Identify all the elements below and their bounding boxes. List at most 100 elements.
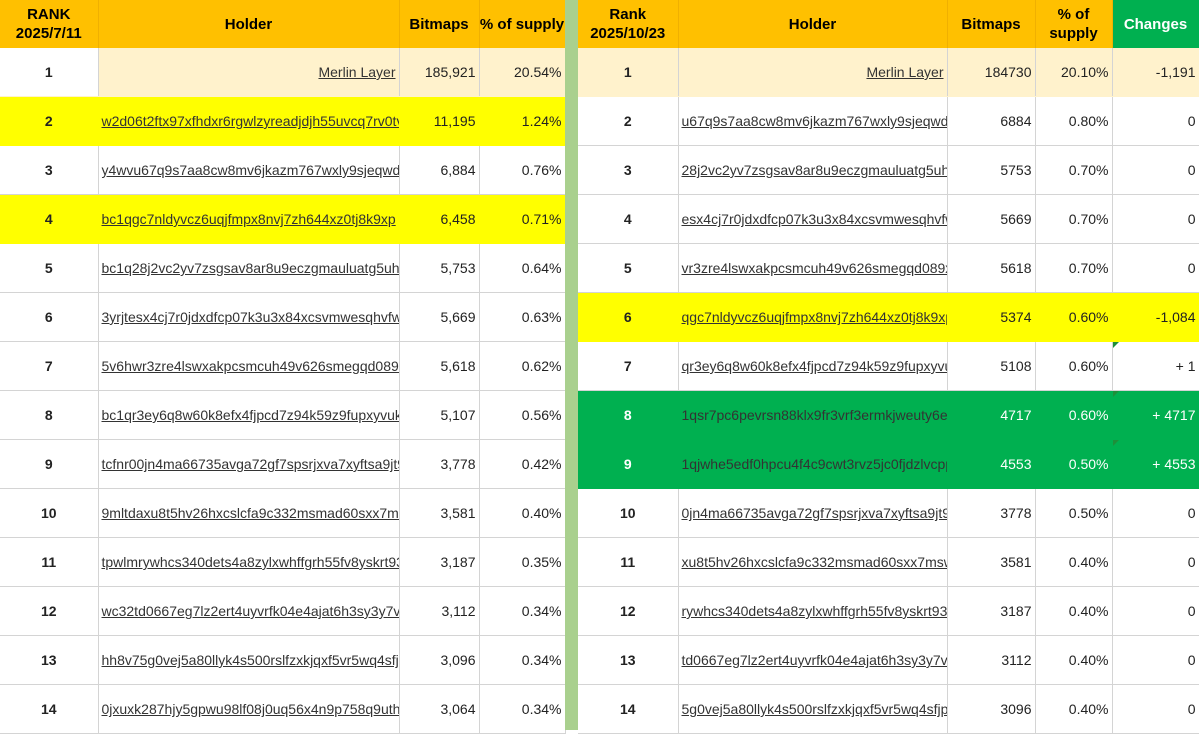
rank-cell: 7 [578, 341, 679, 391]
holder-link[interactable]: 3yrjtesx4cj7r0jdxdfcp07k3u3x84xcsvmwesqh… [98, 292, 400, 342]
table-row: 5 bc1q28j2vc2yv7zsgsav8ar8u9eczgmauluatg5… [0, 243, 566, 293]
rank-cell: 1 [578, 48, 679, 97]
holder-link[interactable]: xu8t5hv26hxcslcfa9c332msmad60sxx7msw [678, 537, 948, 587]
comment-marker-icon [1112, 342, 1119, 348]
bitmaps-cell: 5374 [947, 292, 1036, 342]
table-row: 14 5g0vej5a80llyk4s500rslfzxkjqxf5vr5wq4s… [578, 684, 1199, 734]
table-row: 1 Merlin Layer 185,921 20.54% [0, 48, 566, 97]
changes-cell: 0 [1112, 488, 1199, 538]
table-row: 10 0jn4ma66735avga72gf7spsrjxva7xyftsa9jt… [578, 488, 1199, 538]
supply-cell: 0.34% [479, 586, 566, 636]
bitmaps-cell: 3112 [947, 635, 1036, 685]
table-row: 2 w2d06t2ftx97xfhdxr6rgwlzyreadjdjh55uvcq… [0, 96, 566, 146]
column-divider [565, 0, 578, 730]
table-row: 3 28j2vc2yv7zsgsav8ar8u9eczgmauluatg5uh6 5… [578, 145, 1199, 195]
rank-cell: 4 [578, 194, 679, 244]
bitmaps-cell: 5,618 [399, 341, 480, 391]
rank-cell: 6 [0, 292, 99, 342]
holder-link[interactable]: Merlin Layer [678, 48, 948, 97]
table-row: 2 u67q9s7aa8cw8mv6jkazm767wxly9sjeqwdg 688… [578, 96, 1199, 146]
rank-cell: 8 [0, 390, 99, 440]
rank-cell: 5 [0, 243, 99, 293]
holder-link[interactable]: tpwlmrywhcs340dets4a8zylxwhffgrh55fv8ysk… [98, 537, 400, 587]
supply-cell: 0.62% [479, 341, 566, 391]
changes-cell: 0 [1112, 586, 1199, 636]
rank-cell: 12 [578, 586, 679, 636]
changes-value: + 4717 [1152, 407, 1196, 423]
supply-cell: 0.40% [1035, 586, 1113, 636]
rank-cell: 3 [578, 145, 679, 195]
changes-cell: + 1 [1112, 341, 1199, 391]
holder-link[interactable]: rywhcs340dets4a8zylxwhffgrh55fv8yskrt93u [678, 586, 948, 636]
holder-header: Holder [98, 0, 400, 48]
holder-link[interactable]: tcfnr00jn4ma66735avga72gf7spsrjxva7xyfts… [98, 439, 400, 489]
holder-link[interactable]: esx4cj7r0jdxdfcp07k3u3x84xcsvmwesqhvfwy [678, 194, 948, 244]
changes-cell: 0 [1112, 145, 1199, 195]
holder-link[interactable]: qgc7nldyvcz6uqjfmpx8nvj7zh644xz0tj8k9xp [678, 292, 948, 342]
rank-cell: 6 [578, 292, 679, 342]
bitmaps-cell: 5,669 [399, 292, 480, 342]
rank-cell: 12 [0, 586, 99, 636]
holder-link[interactable]: td0667eg7lz2ert4uyvrfk04e4ajat6h3sy3y7v7 [678, 635, 948, 685]
supply-cell: 0.80% [1035, 96, 1113, 146]
rank-cell: 9 [0, 439, 99, 489]
holder-link[interactable]: 9mltdaxu8t5hv26hxcslcfa9c332msmad60sxx7m… [98, 488, 400, 538]
bitmaps-cell: 6,884 [399, 145, 480, 195]
table-row: 8 bc1qr3ey6q8w60k8efx4fjpcd7z94k59z9fupxy… [0, 390, 566, 440]
holder-link[interactable]: Merlin Layer [98, 48, 400, 97]
rank-cell: 7 [0, 341, 99, 391]
holder-link[interactable]: 1qsr7pc6pevrsn88klx9fr3vrf3ermkjweuty6ez [678, 390, 948, 440]
changes-value: 0 [1187, 701, 1196, 717]
holder-link[interactable]: 28j2vc2yv7zsgsav8ar8u9eczgmauluatg5uh6 [678, 145, 948, 195]
changes-cell: 0 [1112, 194, 1199, 244]
holder-link[interactable]: bc1q28j2vc2yv7zsgsav8ar8u9eczgmauluatg5u… [98, 243, 400, 293]
rank-cell: 13 [578, 635, 679, 685]
changes-value: 0 [1187, 652, 1196, 668]
holder-link[interactable]: 5g0vej5a80llyk4s500rslfzxkjqxf5vr5wq4sfj… [678, 684, 948, 734]
holder-link[interactable]: 5v6hwr3zre4lswxakpcsmcuh49v626smegqd089x… [98, 341, 400, 391]
rank-cell: 5 [578, 243, 679, 293]
rank-cell: 10 [578, 488, 679, 538]
table-row: 9 1qjwhe5edf0hpcu4f4c9cwt3rvz5jc0fjdzlvcp… [578, 439, 1199, 489]
rank-header: Rank 2025/10/23 [578, 0, 679, 48]
holder-link[interactable]: wc32td0667eg7lz2ert4uyvrfk04e4ajat6h3sy3… [98, 586, 400, 636]
rank-cell: 3 [0, 145, 99, 195]
holder-link[interactable]: 0jxuxk287hjy5gpwu98lf08j0uq56x4n9p758q9u… [98, 684, 400, 734]
bitmaps-cell: 5,107 [399, 390, 480, 440]
holder-link[interactable]: hh8v75g0vej5a80llyk4s500rslfzxkjqxf5vr5w… [98, 635, 400, 685]
changes-cell: 0 [1112, 96, 1199, 146]
bitmaps-cell: 6884 [947, 96, 1036, 146]
holder-link[interactable]: qr3ey6q8w60k8efx4fjpcd7z94k59z9fupxyvuk [678, 341, 948, 391]
holder-link[interactable]: bc1qgc7nldyvcz6uqjfmpx8nvj7zh644xz0tj8k9… [98, 194, 400, 244]
rank-cell: 2 [0, 96, 99, 146]
changes-value: 0 [1187, 211, 1196, 227]
holder-link[interactable]: 1qjwhe5edf0hpcu4f4c9cwt3rvz5jc0fjdzlvcpp [678, 439, 948, 489]
holder-link[interactable]: 0jn4ma66735avga72gf7spsrjxva7xyftsa9jt9n [678, 488, 948, 538]
table-row: 10 9mltdaxu8t5hv26hxcslcfa9c332msmad60sxx… [0, 488, 566, 538]
holder-link[interactable]: vr3zre4lswxakpcsmcuh49v626smegqd089xh [678, 243, 948, 293]
holder-link[interactable]: bc1qr3ey6q8w60k8efx4fjpcd7z94k59z9fupxyv… [98, 390, 400, 440]
bitmaps-cell: 3,064 [399, 684, 480, 734]
holder-link[interactable]: u67q9s7aa8cw8mv6jkazm767wxly9sjeqwdg [678, 96, 948, 146]
table-row: 8 1qsr7pc6pevrsn88klx9fr3vrf3ermkjweuty6e… [578, 390, 1199, 440]
table-row: 7 qr3ey6q8w60k8efx4fjpcd7z94k59z9fupxyvuk… [578, 341, 1199, 391]
holder-link[interactable]: w2d06t2ftx97xfhdxr6rgwlzyreadjdjh55uvcq7… [98, 96, 400, 146]
comment-marker-icon [1112, 391, 1119, 397]
rank-cell: 14 [0, 684, 99, 734]
supply-header: % of supply [1035, 0, 1113, 48]
bitmaps-cell: 3,187 [399, 537, 480, 587]
bitmaps-header: Bitmaps [399, 0, 480, 48]
table-row: 9 tcfnr00jn4ma66735avga72gf7spsrjxva7xyft… [0, 439, 566, 489]
changes-value: 0 [1187, 554, 1196, 570]
bitmaps-cell: 3,778 [399, 439, 480, 489]
changes-value: 0 [1187, 113, 1196, 129]
rank-cell: 11 [0, 537, 99, 587]
bitmaps-cell: 3,096 [399, 635, 480, 685]
changes-value: 0 [1187, 603, 1196, 619]
bitmaps-cell: 3,581 [399, 488, 480, 538]
supply-cell: 0.60% [1035, 292, 1113, 342]
supply-cell: 0.34% [479, 684, 566, 734]
rank-cell: 13 [0, 635, 99, 685]
holder-link[interactable]: y4wvu67q9s7aa8cw8mv6jkazm767wxly9sjeqwdg [98, 145, 400, 195]
ranking-table-2025-10-23: Rank 2025/10/23 Holder Bitmaps % of supp… [578, 0, 1199, 734]
